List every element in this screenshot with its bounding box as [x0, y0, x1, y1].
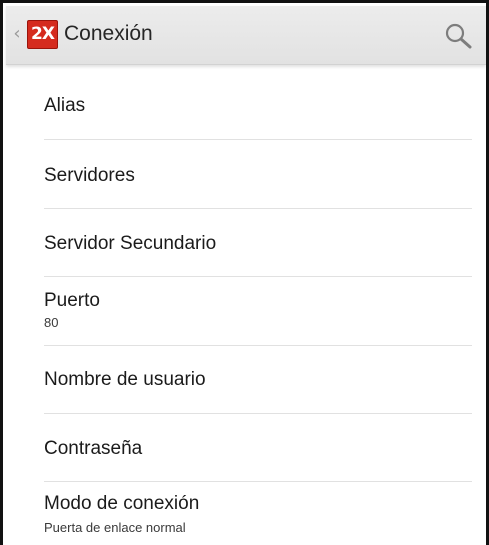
setting-servidor-secundario[interactable]: Servidor Secundario: [6, 209, 486, 276]
page-title: Conexión: [64, 22, 153, 45]
app-window: ‹ 2X Conexión Alias Servidores Servidor …: [0, 0, 489, 545]
setting-puerto[interactable]: Puerto 80: [6, 277, 486, 344]
setting-nombre-de-usuario[interactable]: Nombre de usuario: [6, 346, 486, 413]
setting-servidores[interactable]: Servidores: [6, 140, 486, 207]
back-chevron-icon[interactable]: ‹: [10, 19, 24, 49]
setting-summary: 80: [44, 315, 59, 330]
setting-label: Modo de conexión: [44, 493, 200, 514]
setting-label: Puerto: [44, 290, 100, 311]
setting-modo-de-conexion[interactable]: Modo de conexión Puerta de enlace normal: [6, 482, 486, 545]
search-icon[interactable]: [444, 22, 472, 50]
setting-contrasena[interactable]: Contraseña: [6, 414, 486, 481]
setting-label: Servidor Secundario: [44, 233, 217, 254]
app-logo[interactable]: 2X: [27, 20, 58, 49]
setting-label: Servidores: [44, 165, 135, 186]
action-bar: ‹ 2X Conexión: [6, 6, 486, 65]
setting-alias[interactable]: Alias: [6, 65, 486, 132]
setting-label: Contraseña: [44, 438, 143, 459]
setting-summary: Puerta de enlace normal: [44, 520, 186, 535]
setting-label: Alias: [44, 95, 86, 116]
setting-label: Nombre de usuario: [44, 369, 206, 390]
